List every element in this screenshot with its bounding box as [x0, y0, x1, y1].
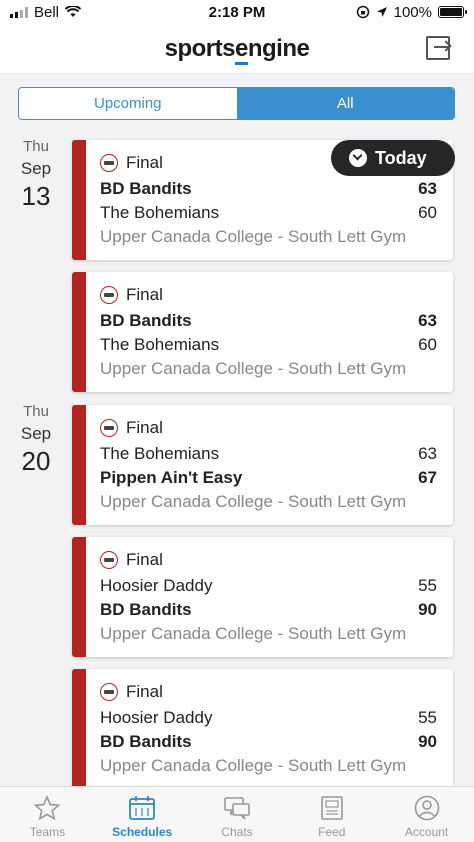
team-row: BD Bandits 63: [100, 179, 437, 198]
tab-account[interactable]: Account: [379, 787, 474, 842]
game-status-bar: [72, 405, 86, 525]
team-row: Hoosier Daddy 55: [100, 708, 437, 727]
account-icon: [414, 795, 439, 821]
tab-feed[interactable]: Feed: [284, 787, 379, 842]
location-icon: [376, 7, 387, 17]
date-header: Thu Sep 20: [14, 403, 58, 477]
game-venue: Upper Canada College - South Lett Gym: [100, 359, 407, 378]
schedule-list[interactable]: Thu Sep 13 Thu Sep 20 Final BD Bandits 6…: [0, 138, 474, 786]
today-button[interactable]: Today: [331, 140, 455, 176]
schedule-filter: Upcoming All: [18, 87, 455, 120]
date-month: Sep: [20, 424, 52, 443]
date-dow: Thu: [23, 138, 49, 155]
carrier-label: Bell: [34, 3, 60, 21]
status-right: 100%: [356, 3, 467, 21]
game-venue: Upper Canada College - South Lett Gym: [100, 756, 407, 775]
team-score: 63: [418, 444, 437, 463]
league-icon: [100, 551, 118, 569]
star-icon: [33, 795, 61, 821]
game-venue: Upper Canada College - South Lett Gym: [100, 624, 407, 643]
tab-label: Account: [404, 825, 449, 839]
team-name: The Bohemians: [100, 335, 220, 354]
game-card[interactable]: Final BD Bandits 63 The Bohemians 60 Upp…: [72, 272, 453, 392]
today-label: Today: [375, 147, 427, 168]
tab-label: Schedules: [112, 825, 173, 839]
sportsengine-logo: sportsengine: [165, 34, 310, 65]
game-status: Final: [126, 550, 163, 569]
tab-label: Chats: [221, 825, 253, 839]
league-icon: [100, 286, 118, 304]
game-card[interactable]: Final The Bohemians 63 Pippen Ain't Easy…: [72, 405, 453, 525]
game-status-bar: [72, 272, 86, 392]
league-icon: [100, 419, 118, 437]
team-row: BD Bandits 63: [100, 311, 437, 330]
all-tab[interactable]: All: [236, 88, 454, 119]
team-row: BD Bandits 90: [100, 732, 437, 751]
game-venue: Upper Canada College - South Lett Gym: [100, 492, 407, 511]
team-row: The Bohemians 63: [100, 444, 437, 463]
feed-icon: [320, 796, 343, 820]
game-status: Final: [126, 682, 163, 701]
date-month: Sep: [20, 159, 52, 178]
tab-schedules[interactable]: Schedules: [95, 787, 190, 842]
status-left: Bell: [10, 3, 82, 21]
league-icon: [100, 683, 118, 701]
team-row: Pippen Ain't Easy 67: [100, 468, 437, 487]
arrow-down-circle-icon: [349, 149, 367, 167]
orientation-lock-icon: [356, 5, 369, 19]
league-icon: [100, 154, 118, 172]
game-status-bar: [72, 140, 86, 260]
team-name: BD Bandits: [100, 600, 192, 619]
team-row: The Bohemians 60: [100, 203, 437, 222]
game-status-bar: [72, 537, 86, 657]
team-name: BD Bandits: [100, 732, 192, 751]
team-score: 90: [418, 732, 437, 751]
logout-icon[interactable]: [426, 36, 450, 60]
game-card[interactable]: Final Hoosier Daddy 55 BD Bandits 90 Upp…: [72, 669, 453, 786]
game-status: Final: [126, 418, 163, 437]
chat-icon: [224, 797, 250, 820]
team-score: 90: [418, 600, 437, 619]
calendar-icon: [129, 796, 156, 820]
battery-percent: 100%: [393, 3, 432, 21]
team-row: Hoosier Daddy 55: [100, 576, 437, 595]
tab-label: Teams: [29, 825, 66, 839]
game-status: Final: [126, 285, 163, 304]
date-dow: Thu: [23, 403, 49, 420]
game-status: Final: [126, 153, 163, 172]
game-card[interactable]: Final Hoosier Daddy 55 BD Bandits 90 Upp…: [72, 537, 453, 657]
tab-chats[interactable]: Chats: [190, 787, 285, 842]
upcoming-tab[interactable]: Upcoming: [19, 88, 237, 119]
team-score: 67: [418, 468, 437, 487]
date-day: 20: [21, 446, 51, 476]
team-row: The Bohemians 60: [100, 335, 437, 354]
wifi-icon: [65, 6, 82, 17]
team-score: 55: [418, 708, 437, 727]
date-header: Thu Sep 13: [14, 138, 58, 212]
team-name: The Bohemians: [100, 444, 220, 463]
team-name: BD Bandits: [100, 311, 192, 330]
tab-teams[interactable]: Teams: [0, 787, 95, 842]
game-status-bar: [72, 669, 86, 786]
game-venue: Upper Canada College - South Lett Gym: [100, 227, 407, 246]
date-day: 13: [21, 181, 51, 211]
tab-label: Feed: [318, 825, 346, 839]
app-header: sportsengine: [0, 24, 474, 74]
team-row: BD Bandits 90: [100, 600, 437, 619]
signal-icon: [10, 6, 28, 18]
team-score: 63: [418, 311, 437, 330]
team-name: Hoosier Daddy: [100, 708, 213, 727]
team-score: 60: [418, 203, 437, 222]
team-score: 55: [418, 576, 437, 595]
team-name: Hoosier Daddy: [100, 576, 213, 595]
team-name: Pippen Ain't Easy: [100, 468, 243, 487]
team-score: 63: [418, 179, 437, 198]
team-score: 60: [418, 335, 437, 354]
team-name: BD Bandits: [100, 179, 192, 198]
battery-icon: [438, 6, 467, 18]
team-name: The Bohemians: [100, 203, 220, 222]
status-bar: Bell 2:18 PM 100%: [0, 0, 474, 24]
bottom-tab-bar: Teams Schedules Chats Feed Account: [0, 786, 474, 842]
